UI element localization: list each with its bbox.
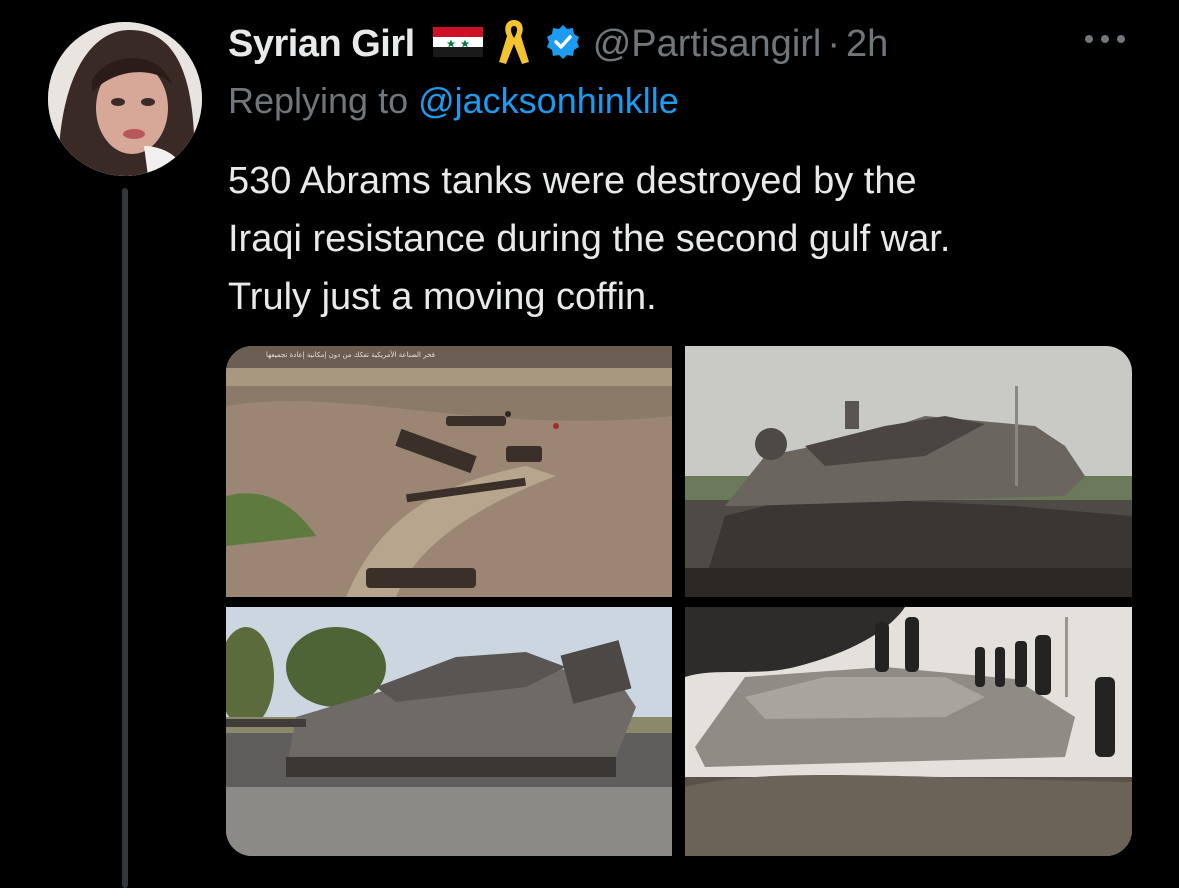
replying-to-line: Replying to @jacksonhinklle [228,80,679,122]
tweet-text-line: Iraqi resistance during the second gulf … [228,218,951,260]
replying-to-label: Replying to [228,80,419,121]
photo-2[interactable] [685,346,1132,597]
tweet-text-line: 530 Abrams tanks were destroyed by the [228,160,917,202]
author-name[interactable]: Syrian Girl [228,23,415,66]
photo-3[interactable] [226,607,672,856]
photo-1-caption: فخر الصناعة الأمريكية تفكك من دون إمكاني… [266,350,435,359]
photo-4[interactable] [685,607,1132,856]
author-handle[interactable]: @Partisangirl [593,23,822,66]
tweet-text-line: Truly just a moving coffin. [228,276,657,318]
meta-separator: · [827,22,841,65]
replying-to-mention-link[interactable]: @jacksonhinklle [418,80,679,121]
verified-badge-icon [545,24,581,65]
avatar[interactable] [48,22,202,176]
timestamp[interactable]: 2h [846,23,888,66]
avatar-image [48,22,202,176]
thread-connector-line [122,188,128,888]
tweet-header: Syrian Girl @Partisangirl · 2h [228,14,888,74]
tweet-text: 530 Abrams tanks were destroyed by the I… [228,152,1128,326]
yellow-ribbon-icon [497,18,531,71]
more-options-icon[interactable] [1080,22,1130,56]
photo-1[interactable]: فخر الصناعة الأمريكية تفكك من دون إمكاني… [226,346,672,597]
media-grid: فخر الصناعة الأمريكية تفكك من دون إمكاني… [226,346,1132,856]
syria-flag-icon [432,25,483,64]
